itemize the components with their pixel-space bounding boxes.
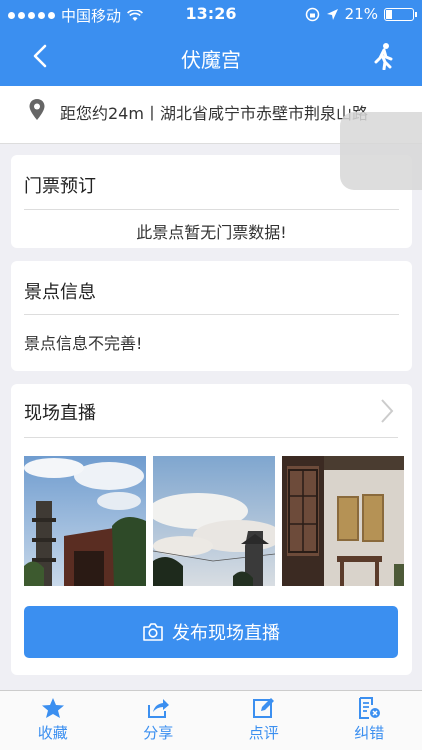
live-photo[interactable] — [24, 456, 146, 586]
battery-icon — [384, 7, 417, 21]
publish-live-button[interactable]: 发布现场直播 — [24, 606, 398, 658]
ticket-message: 此景点暂无门票数据! — [136, 223, 287, 242]
publish-label: 发布现场直播 — [172, 623, 280, 644]
divider — [24, 209, 399, 210]
info-message: 景点信息不完善! — [24, 334, 143, 353]
divider — [24, 437, 398, 438]
tab-label: 分享 — [143, 724, 174, 742]
share-icon — [148, 699, 170, 718]
header: 中国移动 13:26 21% 伏魔宫 — [0, 0, 422, 86]
tab-report-error[interactable]: 纠错 — [317, 691, 422, 750]
star-icon — [41, 698, 64, 718]
location-arrow-icon — [326, 8, 338, 20]
live-photo[interactable] — [153, 456, 275, 586]
info-title: 景点信息 — [24, 282, 96, 303]
tab-label: 点评 — [248, 724, 279, 742]
nav-bar: 伏魔宫 — [0, 28, 422, 86]
status-bar: 中国移动 13:26 21% — [0, 0, 422, 28]
map-pin-icon — [29, 99, 45, 120]
bottom-tab-bar: 收藏 分享 点评 纠错 — [0, 690, 422, 750]
location-text: 距您约24m丨湖北省咸宁市赤壁市荆泉山路 — [60, 104, 368, 123]
info-card: 景点信息 景点信息不完善! — [11, 261, 412, 371]
edit-icon — [252, 698, 274, 718]
rotation-lock-icon — [305, 7, 319, 21]
tab-share[interactable]: 分享 — [106, 691, 212, 750]
live-title: 现场直播 — [24, 403, 96, 424]
tab-label: 纠错 — [354, 724, 385, 742]
tab-review[interactable]: 点评 — [211, 691, 317, 750]
page-title: 伏魔宫 — [181, 48, 241, 72]
tab-favorite[interactable]: 收藏 — [0, 691, 106, 750]
report-error-icon — [359, 697, 381, 719]
floating-assistive-button[interactable] — [340, 112, 422, 190]
live-photo[interactable] — [282, 456, 404, 586]
battery-percent: 21% — [344, 5, 378, 23]
divider — [24, 314, 399, 315]
chevron-right-icon — [381, 399, 394, 423]
ticket-title: 门票预订 — [24, 176, 96, 197]
walk-navigation-button[interactable] — [370, 42, 398, 70]
live-header[interactable]: 现场直播 — [11, 384, 412, 438]
camera-icon — [143, 623, 163, 641]
tab-label: 收藏 — [37, 724, 68, 742]
